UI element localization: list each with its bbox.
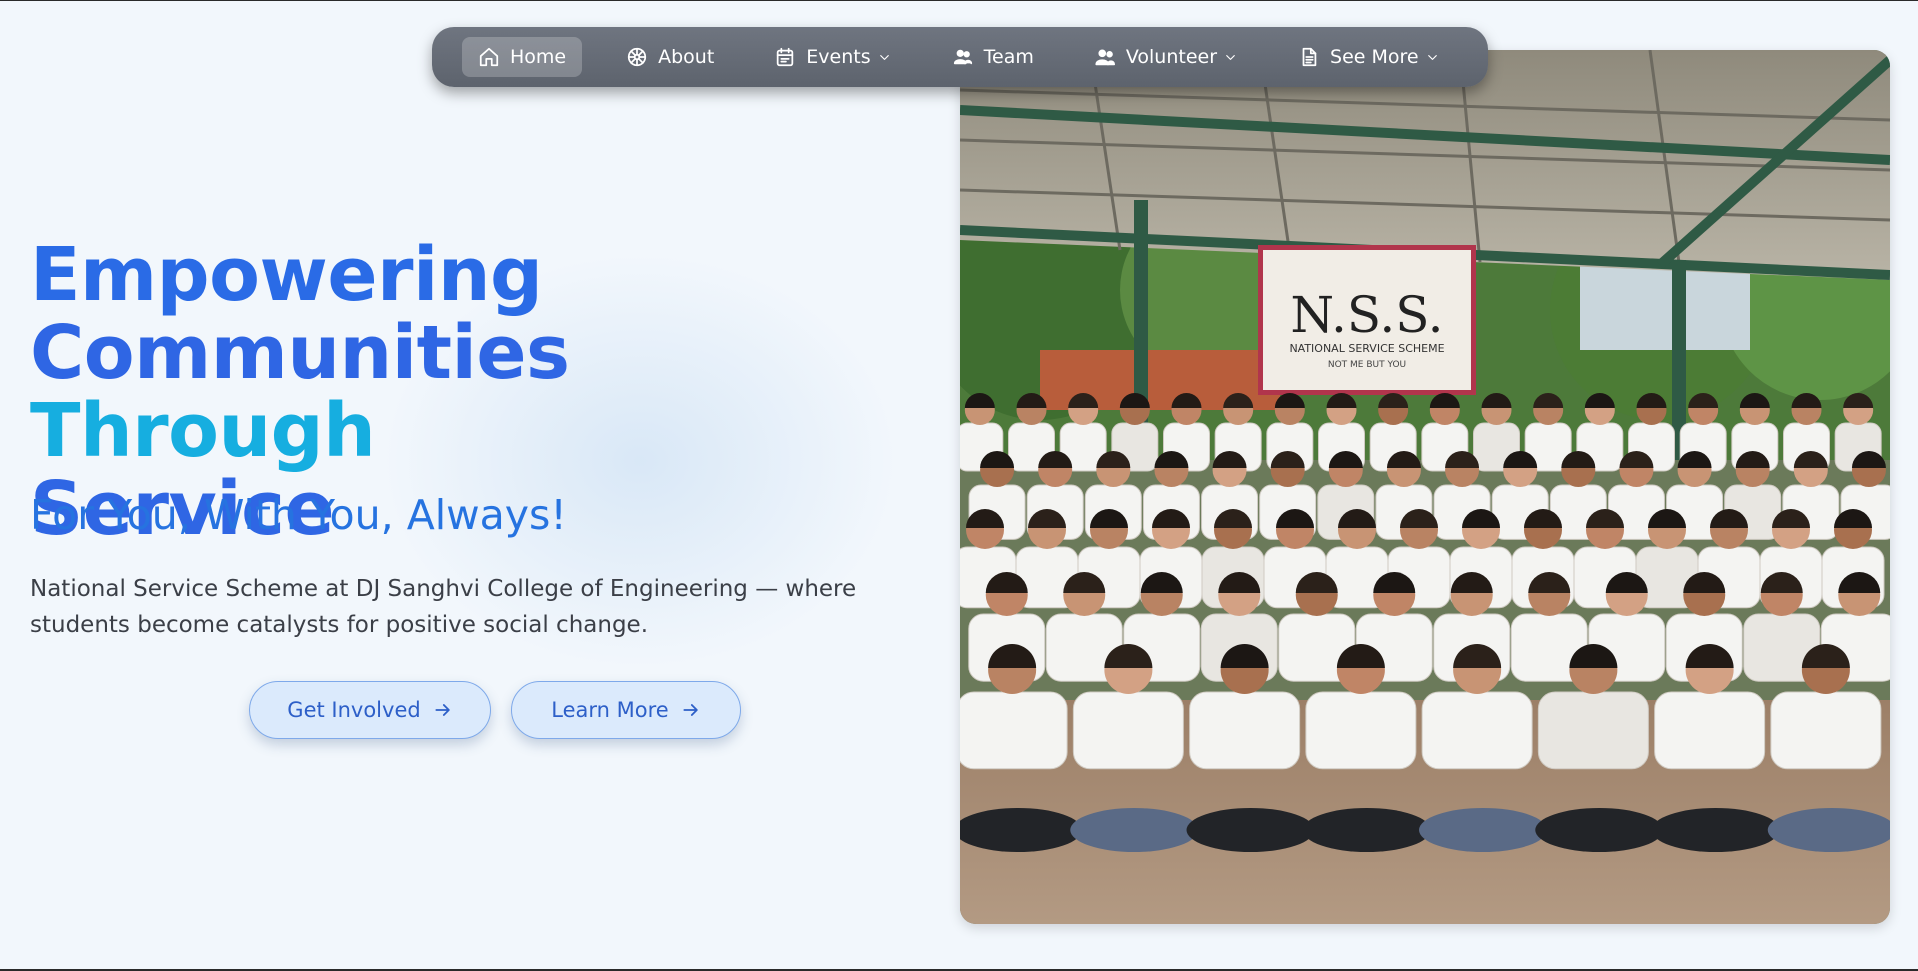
nav-item-volunteer[interactable]: Volunteer — [1078, 37, 1254, 77]
hero-description: National Service Scheme at DJ Sanghvi Co… — [30, 576, 857, 638]
nav-item-team[interactable]: Team — [936, 37, 1050, 77]
chevron-down-icon — [879, 54, 889, 60]
person-body — [1072, 691, 1184, 770]
banner-subtitle: NATIONAL SERVICE SCHEME — [1289, 342, 1444, 355]
nav-label-see-more: See More — [1330, 46, 1419, 68]
person-body — [1654, 691, 1766, 770]
get-involved-label: Get Involved — [287, 698, 421, 722]
calendar-icon — [777, 47, 794, 67]
group-photo-illustration: N.S.S. NATIONAL SERVICE SCHEME NOT ME BU… — [960, 50, 1890, 924]
nav-label-home: Home — [510, 46, 567, 68]
person-legs — [1070, 808, 1199, 852]
learn-more-label: Learn More — [551, 698, 669, 722]
nav-label-about: About — [658, 46, 715, 68]
home-icon — [479, 47, 499, 67]
users-icon — [1095, 49, 1115, 66]
person-body — [1421, 691, 1533, 770]
group-photo: N.S.S. NATIONAL SERVICE SCHEME NOT ME BU… — [960, 50, 1890, 924]
banner-motto: NOT ME BUT YOU — [1328, 360, 1406, 370]
person-legs — [1419, 808, 1547, 852]
document-icon — [1302, 47, 1317, 67]
main-navbar: Home About Events Team Volunteer See Mor… — [432, 27, 1488, 87]
person-legs — [960, 808, 1082, 852]
person-body — [960, 691, 1068, 770]
hero-title-line2a: Communities — [30, 310, 570, 396]
person-legs — [1651, 808, 1780, 852]
person-legs — [1186, 808, 1315, 852]
nav-item-home[interactable]: Home — [462, 37, 583, 77]
chevron-down-icon — [1427, 54, 1437, 60]
person-body — [1770, 691, 1882, 770]
nav-item-see-more[interactable]: See More — [1282, 37, 1456, 77]
person-legs — [1302, 808, 1431, 852]
person-legs — [1767, 808, 1890, 852]
person-legs — [1535, 808, 1664, 852]
wheel-icon — [627, 47, 647, 67]
person-body — [1189, 691, 1301, 770]
hero-title-line1: Empowering — [30, 232, 543, 318]
arrow-right-icon — [683, 704, 698, 716]
nav-item-about[interactable]: About — [610, 37, 730, 77]
person-body — [1537, 691, 1649, 770]
hero-title-line2b: Through — [30, 388, 376, 474]
arrow-right-icon — [435, 704, 450, 716]
nav-item-events[interactable]: Events — [758, 37, 907, 77]
learn-more-button[interactable]: Learn More — [511, 681, 741, 739]
nav-label-events: Events — [806, 46, 871, 68]
chevron-down-icon — [1226, 54, 1235, 60]
get-involved-button[interactable]: Get Involved — [249, 681, 491, 739]
banner-title: N.S.S. — [1290, 286, 1443, 344]
team-icon — [953, 49, 972, 65]
person-body — [1305, 691, 1417, 770]
hero-tagline: For You, With You, Always! — [30, 491, 567, 539]
nav-label-team: Team — [983, 46, 1034, 68]
nav-label-volunteer: Volunteer — [1125, 46, 1218, 68]
